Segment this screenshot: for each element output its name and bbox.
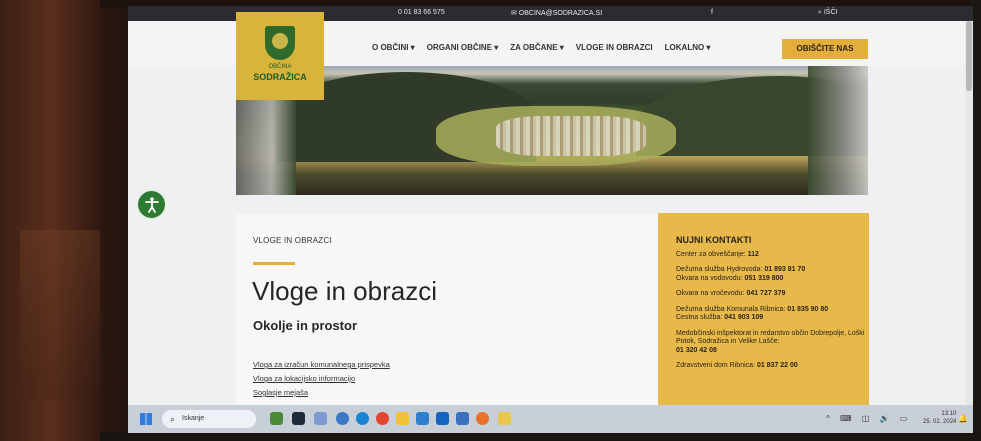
scrollbar-thumb[interactable] (966, 21, 972, 91)
taskbar-search[interactable]: ⌕ Iskanje (162, 410, 256, 428)
page-scrollbar[interactable] (965, 21, 973, 411)
main-content: VLOGE IN OBRAZCI Vloge in obrazci Okolje… (236, 214, 658, 414)
visit-us-button[interactable]: OBIŠČITE NAS (782, 39, 868, 59)
breadcrumb: VLOGE IN OBRAZCI (253, 236, 332, 245)
system-tray[interactable]: ^ ⌨ ◫ 🔊 ▭ (826, 414, 911, 423)
facebook-icon[interactable]: f (711, 9, 713, 16)
emergency-contacts-panel: NUJNI KONTAKTI Center za obveščanje: 112… (658, 213, 869, 408)
nav-item-organi-obcine[interactable]: ORGANI OBČINE ▾ (427, 43, 499, 57)
monitor-bezel-bottom (100, 432, 981, 441)
nav-item-lokalno[interactable]: LOKALNO ▾ (665, 43, 711, 57)
notification-bell-icon[interactable]: 🔔 (958, 414, 968, 423)
form-link[interactable]: Vloga za izračun komunalnega prispevka (253, 360, 390, 369)
phone-link[interactable]: 0 01 83 66 575 (398, 9, 445, 16)
form-link[interactable]: Soglasje mejaša (253, 388, 390, 397)
main-nav: O OBČINI ▾ ORGANI OBČINE ▾ ZA OBČANE ▾ V… (372, 43, 710, 57)
accessibility-icon[interactable] (136, 189, 167, 220)
teams-icon[interactable] (456, 412, 469, 425)
firefox-icon[interactable] (476, 412, 489, 425)
taskbar-clock[interactable]: 13:10 25. 02. 2024 (923, 410, 956, 426)
coat-of-arms-icon (265, 26, 295, 60)
nav-item-za-obcane[interactable]: ZA OBČANE ▾ (510, 43, 564, 57)
section-heading: Okolje in prostor (253, 318, 358, 333)
logo-line2: SODRAŽICA (253, 72, 307, 82)
contact-item: Center za obveščanje: 112 (676, 250, 759, 258)
forms-list: Vloga za izračun komunalnega prispevka V… (253, 360, 390, 402)
task-view-icon[interactable] (292, 412, 305, 425)
outlook-icon[interactable] (436, 412, 449, 425)
weather-icon[interactable] (314, 412, 327, 425)
nav-item-vloge-in-obrazci[interactable]: VLOGE IN OBRAZCI (576, 43, 653, 57)
search-link[interactable]: ⌕ IŠČI (818, 9, 837, 17)
contact-item: Okvara na vročevodu: 041 727 379 (676, 290, 786, 297)
file-explorer-icon[interactable] (396, 412, 409, 425)
title-accent-rule (253, 262, 295, 265)
store-icon[interactable] (416, 412, 429, 425)
contact-item: Zdravstveni dom Ribnica: 01 837 22 00 (676, 362, 798, 369)
contact-item: Dežurna služba Komunala Ribnica: 01 835 … (676, 305, 829, 322)
contacts-title: NUJNI KONTAKTI (676, 235, 752, 245)
browser-screen: 0 01 83 66 575 ✉ OBCINA@SODRAZICA.SI f ⌕… (128, 6, 973, 433)
form-link[interactable]: Vloga za lokacijsko informacijo (253, 374, 390, 383)
contact-item: Dežurna služba Hydrovoda: 01 893 81 70 O… (676, 266, 806, 282)
edge-icon[interactable] (356, 412, 369, 425)
email-link[interactable]: ✉ OBCINA@SODRAZICA.SI (511, 9, 602, 17)
windows-taskbar: ⌕ Iskanje ^ ⌨ ◫ 🔊 ▭ 13:10 25. 02. 2024 🔔 (128, 405, 973, 433)
site-logo[interactable]: OBČINA SODRAŽICA (236, 12, 324, 100)
windows-start-icon[interactable] (140, 413, 152, 425)
taskbar-search-label: Iskanje (182, 415, 205, 422)
chrome-icon[interactable] (376, 412, 389, 425)
hero-landscape-image (236, 66, 868, 195)
search-icon: ⌕ (170, 414, 176, 424)
page-title: Vloge in obrazci (252, 276, 437, 306)
app-icon[interactable] (498, 412, 511, 425)
contact-item: Medobčinski inšpektorat in redarstvo obč… (676, 329, 865, 354)
site-header: OBČINA SODRAŽICA O OBČINI ▾ ORGANI OBČIN… (128, 12, 973, 100)
widgets-icon[interactable] (270, 412, 283, 425)
edge-copilot-icon[interactable] (336, 412, 349, 425)
logo-line1: OBČINA (268, 64, 292, 70)
nav-item-o-obcini[interactable]: O OBČINI ▾ (372, 43, 415, 57)
